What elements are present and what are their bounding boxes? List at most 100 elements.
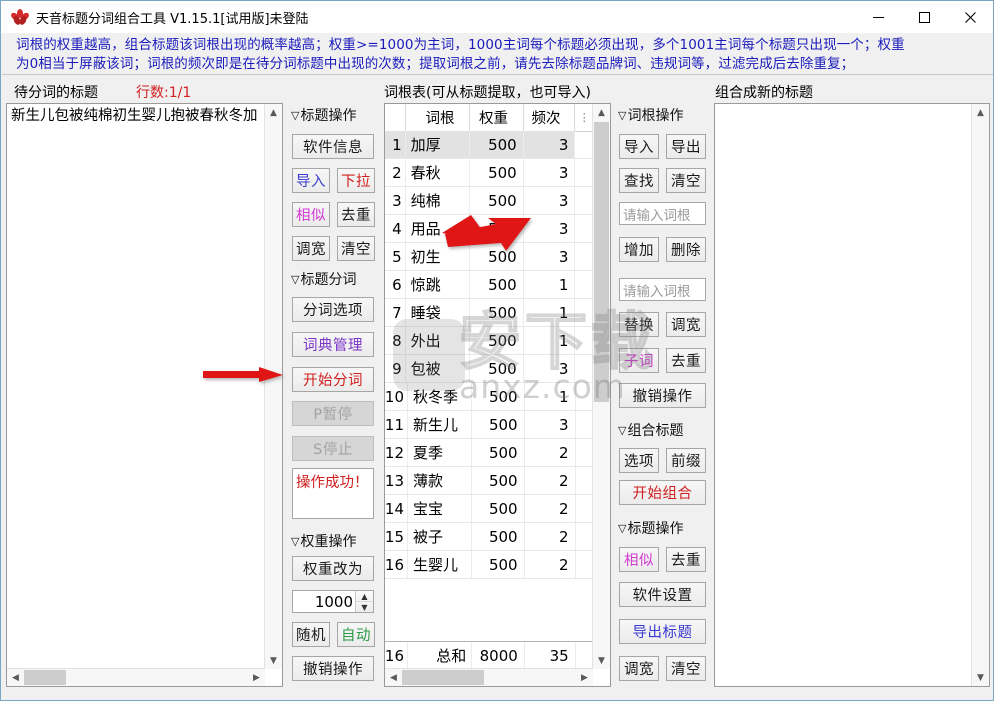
collapse-triangle-icon[interactable]: ▽ bbox=[291, 536, 299, 547]
random-weight-button[interactable]: 随机 bbox=[292, 622, 330, 647]
cell-weight[interactable]: 500 bbox=[472, 411, 525, 438]
dictionary-manage-button[interactable]: 词典管理 bbox=[292, 332, 374, 357]
start-combine-button[interactable]: 开始组合 bbox=[619, 480, 706, 505]
grid-header-weight[interactable]: 权重 bbox=[470, 104, 524, 131]
table-row[interactable]: 12 夏季 500 2 bbox=[385, 439, 593, 467]
collapse-triangle-icon[interactable]: ▽ bbox=[291, 110, 299, 121]
widen-roots-button[interactable]: 调宽 bbox=[666, 312, 706, 337]
cell-weight[interactable]: 500 bbox=[470, 327, 524, 354]
cell-word[interactable]: 宝宝 bbox=[408, 495, 472, 522]
cell-weight[interactable]: 500 bbox=[472, 439, 525, 466]
delete-root-button[interactable]: 删除 bbox=[666, 237, 706, 262]
cell-weight[interactable]: 500 bbox=[470, 299, 524, 326]
cell-weight[interactable]: 500 bbox=[470, 355, 524, 382]
titles-horizontal-scrollbar[interactable]: ◀ ▶ bbox=[7, 668, 265, 686]
stepper-arrows[interactable]: ▲ ▼ bbox=[355, 591, 373, 612]
grid-header-more-icon[interactable]: ⋮ bbox=[575, 104, 594, 131]
scroll-up-icon[interactable]: ▲ bbox=[265, 104, 282, 121]
pause-button[interactable]: P暂停 bbox=[292, 401, 374, 426]
cell-freq[interactable]: 2 bbox=[525, 495, 576, 522]
similar-output-button[interactable]: 相似 bbox=[619, 547, 659, 572]
minimize-button[interactable] bbox=[855, 1, 901, 33]
export-roots-button[interactable]: 导出 bbox=[666, 134, 706, 159]
cell-weight[interactable]: 500 bbox=[472, 467, 525, 494]
software-settings-button[interactable]: 软件设置 bbox=[619, 582, 706, 607]
cell-weight[interactable]: 500 bbox=[470, 187, 524, 214]
hscroll-thumb[interactable] bbox=[402, 670, 484, 685]
cell-word[interactable]: 加厚 bbox=[405, 131, 471, 158]
root-input-1[interactable]: 请输入词根 bbox=[619, 202, 706, 225]
cell-freq[interactable]: 3 bbox=[524, 159, 576, 186]
cell-freq[interactable]: 3 bbox=[523, 131, 576, 158]
cell-word[interactable]: 生婴儿 bbox=[408, 551, 472, 578]
dedupe-output-button[interactable]: 去重 bbox=[666, 547, 706, 572]
titles-vertical-scrollbar[interactable]: ▲ ▼ bbox=[264, 104, 282, 669]
cell-weight[interactable]: 500 bbox=[472, 383, 525, 410]
export-titles-button[interactable]: 导出标题 bbox=[619, 619, 706, 644]
combined-titles-textarea[interactable]: ▲ ▼ bbox=[714, 103, 990, 687]
cell-freq[interactable]: 3 bbox=[525, 411, 576, 438]
dedupe-titles-button[interactable]: 去重 bbox=[337, 202, 375, 227]
auto-weight-button[interactable]: 自动 bbox=[337, 622, 375, 647]
widen-titles-button[interactable]: 调宽 bbox=[292, 236, 330, 261]
output-vertical-scrollbar[interactable]: ▲ ▼ bbox=[971, 104, 989, 686]
weight-change-to-button[interactable]: 权重改为 bbox=[292, 556, 374, 581]
hscroll-thumb[interactable] bbox=[24, 670, 66, 685]
software-info-button[interactable]: 软件信息 bbox=[292, 134, 374, 159]
cell-freq[interactable]: 1 bbox=[524, 299, 576, 326]
maximize-button[interactable] bbox=[901, 1, 947, 33]
cell-word[interactable]: 薄款 bbox=[408, 467, 472, 494]
clear-titles-button[interactable]: 清空 bbox=[337, 236, 375, 261]
cell-word[interactable]: 被子 bbox=[408, 523, 472, 550]
subword-button[interactable]: 子词 bbox=[619, 348, 659, 373]
cell-weight[interactable]: 500 bbox=[472, 495, 525, 522]
cell-word[interactable]: 夏季 bbox=[408, 439, 472, 466]
scroll-up-icon[interactable]: ▲ bbox=[593, 104, 610, 121]
cell-freq[interactable]: 3 bbox=[524, 187, 576, 214]
table-row[interactable]: 14 宝宝 500 2 bbox=[385, 495, 593, 523]
undo-roots-button[interactable]: 撤销操作 bbox=[619, 383, 706, 408]
cell-freq[interactable]: 1 bbox=[525, 383, 576, 410]
cell-word[interactable]: 初生 bbox=[406, 243, 471, 270]
cell-freq[interactable]: 1 bbox=[524, 271, 576, 298]
clear-output-button[interactable]: 清空 bbox=[666, 656, 706, 681]
grid-header-index[interactable] bbox=[385, 104, 406, 131]
cell-weight[interactable]: 500 bbox=[472, 551, 525, 578]
table-row[interactable]: 2 春秋 500 3 bbox=[385, 159, 593, 187]
find-root-button[interactable]: 查找 bbox=[619, 168, 659, 193]
undo-weight-button[interactable]: 撤销操作 bbox=[292, 656, 374, 681]
scroll-right-icon[interactable]: ▶ bbox=[576, 669, 593, 686]
grid-horizontal-scrollbar[interactable]: ◀ ▶ bbox=[385, 668, 593, 686]
cell-weight[interactable]: 500 bbox=[472, 523, 525, 550]
scroll-up-icon[interactable]: ▲ bbox=[972, 104, 989, 121]
scroll-right-icon[interactable]: ▶ bbox=[248, 669, 265, 686]
table-row[interactable]: 3 纯棉 500 3 bbox=[385, 187, 593, 215]
table-row[interactable]: 11 新生儿 500 3 bbox=[385, 411, 593, 439]
table-row[interactable]: 5 初生 500 3 bbox=[385, 243, 593, 271]
cell-word[interactable]: 新生儿 bbox=[408, 411, 472, 438]
widen-output-button[interactable]: 调宽 bbox=[619, 656, 659, 681]
combine-options-button[interactable]: 选项 bbox=[619, 448, 659, 473]
stop-button[interactable]: S停止 bbox=[292, 436, 374, 461]
cell-word[interactable]: 惊跳 bbox=[406, 271, 471, 298]
collapse-triangle-icon[interactable]: ▽ bbox=[618, 110, 626, 121]
cell-freq[interactable]: 2 bbox=[525, 467, 576, 494]
cell-freq[interactable]: 2 bbox=[525, 551, 576, 578]
close-button[interactable] bbox=[947, 1, 993, 33]
collapse-triangle-icon[interactable]: ▽ bbox=[618, 425, 626, 436]
replace-root-button[interactable]: 替换 bbox=[619, 312, 659, 337]
cell-weight[interactable]: 500 bbox=[470, 243, 524, 270]
cell-word[interactable]: 纯棉 bbox=[406, 187, 471, 214]
cell-weight[interactable]: 500 bbox=[470, 271, 524, 298]
cell-freq[interactable]: 3 bbox=[524, 243, 576, 270]
cell-freq[interactable]: 1 bbox=[524, 327, 576, 354]
prefix-button[interactable]: 前缀 bbox=[666, 448, 706, 473]
root-input-2[interactable]: 请输入词根 bbox=[619, 278, 706, 301]
clear-roots-button[interactable]: 清空 bbox=[666, 168, 706, 193]
similar-titles-button[interactable]: 相似 bbox=[292, 202, 330, 227]
scroll-down-icon[interactable]: ▼ bbox=[972, 669, 989, 686]
table-row[interactable]: 15 被子 500 2 bbox=[385, 523, 593, 551]
table-row[interactable]: 1 加厚 500 3 bbox=[385, 131, 593, 159]
scroll-left-icon[interactable]: ◀ bbox=[7, 669, 24, 686]
cell-freq[interactable]: 2 bbox=[525, 523, 576, 550]
